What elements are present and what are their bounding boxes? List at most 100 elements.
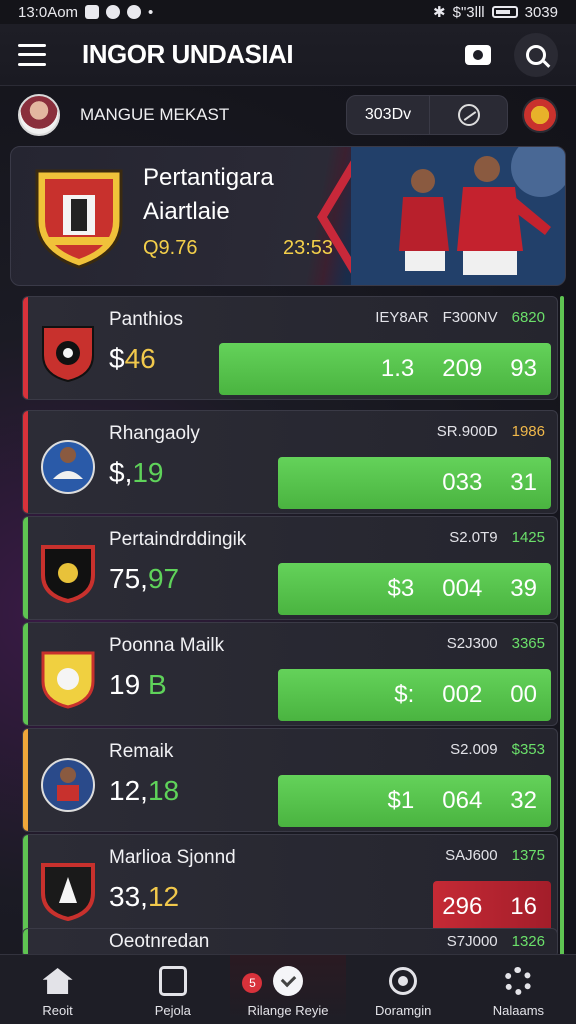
- list-item[interactable]: Poonna Mailk 19 B S2J300 3365 $: 002 00: [22, 622, 558, 726]
- network-button[interactable]: [430, 95, 508, 135]
- home-icon: [42, 968, 73, 994]
- row-bar[interactable]: 033 31: [278, 457, 551, 509]
- bar-value-1: $3: [387, 575, 415, 602]
- bar-value-1: $1: [387, 787, 415, 814]
- nav-settings[interactable]: Nalaams: [461, 955, 576, 1024]
- camera-button[interactable]: [456, 33, 500, 77]
- players-image: [351, 147, 565, 285]
- row-price-value: B: [147, 669, 167, 700]
- row-meta: S2.009 $353: [450, 741, 545, 758]
- row-meta-2: $353: [511, 741, 545, 758]
- row-price-currency: 75,: [109, 563, 148, 594]
- nav-label: Rilange Reyie: [247, 1003, 329, 1018]
- bar-value-2: 064: [442, 787, 483, 814]
- row-meta: SR.900D 1986: [437, 423, 545, 440]
- bar-value-1: 033: [442, 469, 483, 496]
- bar-value-2: 209: [442, 355, 483, 382]
- row-meta: S7J000 1326: [447, 933, 545, 950]
- app-icon: [127, 5, 142, 19]
- bar-value-2: 31: [510, 469, 537, 496]
- row-name: Panthios: [109, 309, 183, 330]
- row-accent: [23, 297, 28, 399]
- row-meta-1: IEY8AR: [375, 309, 429, 326]
- bar-value-3: 00: [510, 681, 537, 708]
- row-price-value: 19: [132, 457, 164, 488]
- list-item[interactable]: Panthios $46 IEY8AR F300NV 6820 1.3 209 93: [22, 296, 558, 400]
- battery-text: 3039: [524, 3, 558, 21]
- row-meta-2: F300NV: [442, 309, 498, 326]
- menu-icon[interactable]: [18, 43, 46, 66]
- bar-value-2: 16: [510, 893, 537, 920]
- row-price: $46: [109, 343, 156, 375]
- player-crest-icon: [41, 758, 95, 812]
- row-price-currency: 33,: [109, 881, 148, 912]
- row-meta: S2J300 3365: [447, 635, 545, 652]
- row-meta: IEY8AR F300NV 6820: [375, 309, 545, 326]
- row-price: 75,97: [109, 563, 179, 595]
- row-meta-1: S2.009: [450, 741, 498, 758]
- bar-value-3: 39: [510, 575, 537, 602]
- row-meta-1: SAJ600: [445, 847, 498, 864]
- row-meta-1: S2.0T9: [449, 529, 498, 546]
- row-price-value: 18: [147, 775, 180, 806]
- doc-icon: [158, 966, 187, 996]
- row-name: Pertaindrddingik: [109, 529, 247, 550]
- row-price: $,19: [109, 457, 164, 489]
- row-meta-2: 1375: [511, 847, 545, 864]
- row-bar[interactable]: $3 004 39: [278, 563, 551, 615]
- nav-label: Pejola: [154, 1003, 191, 1018]
- bar-value-1: 296: [442, 893, 483, 920]
- nav-rilange[interactable]: 5 Rilange Reyie: [230, 955, 346, 1024]
- row-price: 33,12: [109, 881, 179, 913]
- player-crest-icon: [41, 440, 95, 494]
- row-meta: SAJ600 1375: [445, 847, 545, 864]
- currency-select[interactable]: 303Dv: [346, 95, 430, 135]
- status-bar: 13:0Aom • ✱ $"3lll 3039: [0, 0, 576, 24]
- bar-value-3: 93: [510, 355, 537, 382]
- camera-icon: [465, 44, 491, 65]
- search-button[interactable]: [514, 32, 558, 77]
- row-accent: [23, 729, 28, 831]
- row-name: Poonna Mailk: [109, 635, 225, 656]
- network-icon: [457, 104, 480, 126]
- nav-doramgin[interactable]: Doramgin: [346, 955, 461, 1024]
- nav-label: Doramgin: [375, 1003, 432, 1018]
- row-bar[interactable]: $1 064 32: [278, 775, 551, 827]
- bar-value-3: 32: [510, 787, 537, 814]
- status-time: 13:0Aom: [18, 3, 79, 21]
- row-meta-2: 1425: [511, 529, 545, 546]
- row-price-currency: $,: [109, 457, 133, 488]
- row-bar[interactable]: 296 16: [433, 881, 551, 933]
- row-price-value: 46: [124, 343, 156, 374]
- nav-home[interactable]: Reoit: [0, 955, 115, 1024]
- row-meta-2: 3365: [511, 635, 545, 652]
- row-bar[interactable]: $: 002 00: [278, 669, 551, 721]
- gear-icon: [504, 967, 533, 995]
- list-item[interactable]: Pertaindrddingik 75,97 S2.0T9 1425 $3 004 3…: [22, 516, 558, 620]
- club-crest-icon[interactable]: [522, 97, 558, 133]
- bottom-navigation: Reoit Pejola 5 Rilange Reyie Doramgin Na…: [0, 954, 576, 1024]
- row-meta-2: 1986: [511, 423, 545, 440]
- nav-label: Nalaams: [492, 1003, 545, 1018]
- battery-icon: [491, 6, 518, 18]
- bar-value-1: 1.3: [380, 355, 415, 382]
- page-title: INGOR UNDASIAI: [82, 39, 294, 69]
- row-meta: S2.0T9 1425: [449, 529, 545, 546]
- bar-value-2: 004: [442, 575, 483, 602]
- notification-icon: [85, 5, 100, 19]
- hero-crest-icon: [35, 169, 123, 269]
- hero-banner[interactable]: Pertantigara Aiartlaie Q9.76 23:53: [10, 146, 566, 286]
- search-icon: [526, 44, 546, 65]
- row-bar[interactable]: 1.3 209 93: [219, 343, 551, 395]
- list-item[interactable]: Remaik 12,18 S2.009 $353 $1 064 32: [22, 728, 558, 832]
- bar-value-1: $:: [394, 681, 415, 708]
- list-item[interactable]: Rhangaoly $,19 SR.900D 1986 033 31: [22, 410, 558, 514]
- avatar[interactable]: [18, 94, 60, 136]
- list-item[interactable]: Marlioa Sjonnd 33,12 SAJ600 1375 296 16: [22, 834, 558, 938]
- row-name: Rhangaoly: [109, 423, 200, 444]
- row-meta-3: 6820: [511, 309, 545, 326]
- row-accent: [23, 835, 28, 937]
- bar-value-2: 002: [442, 681, 483, 708]
- row-accent: [23, 517, 28, 619]
- nav-pejola[interactable]: Pejola: [115, 955, 230, 1024]
